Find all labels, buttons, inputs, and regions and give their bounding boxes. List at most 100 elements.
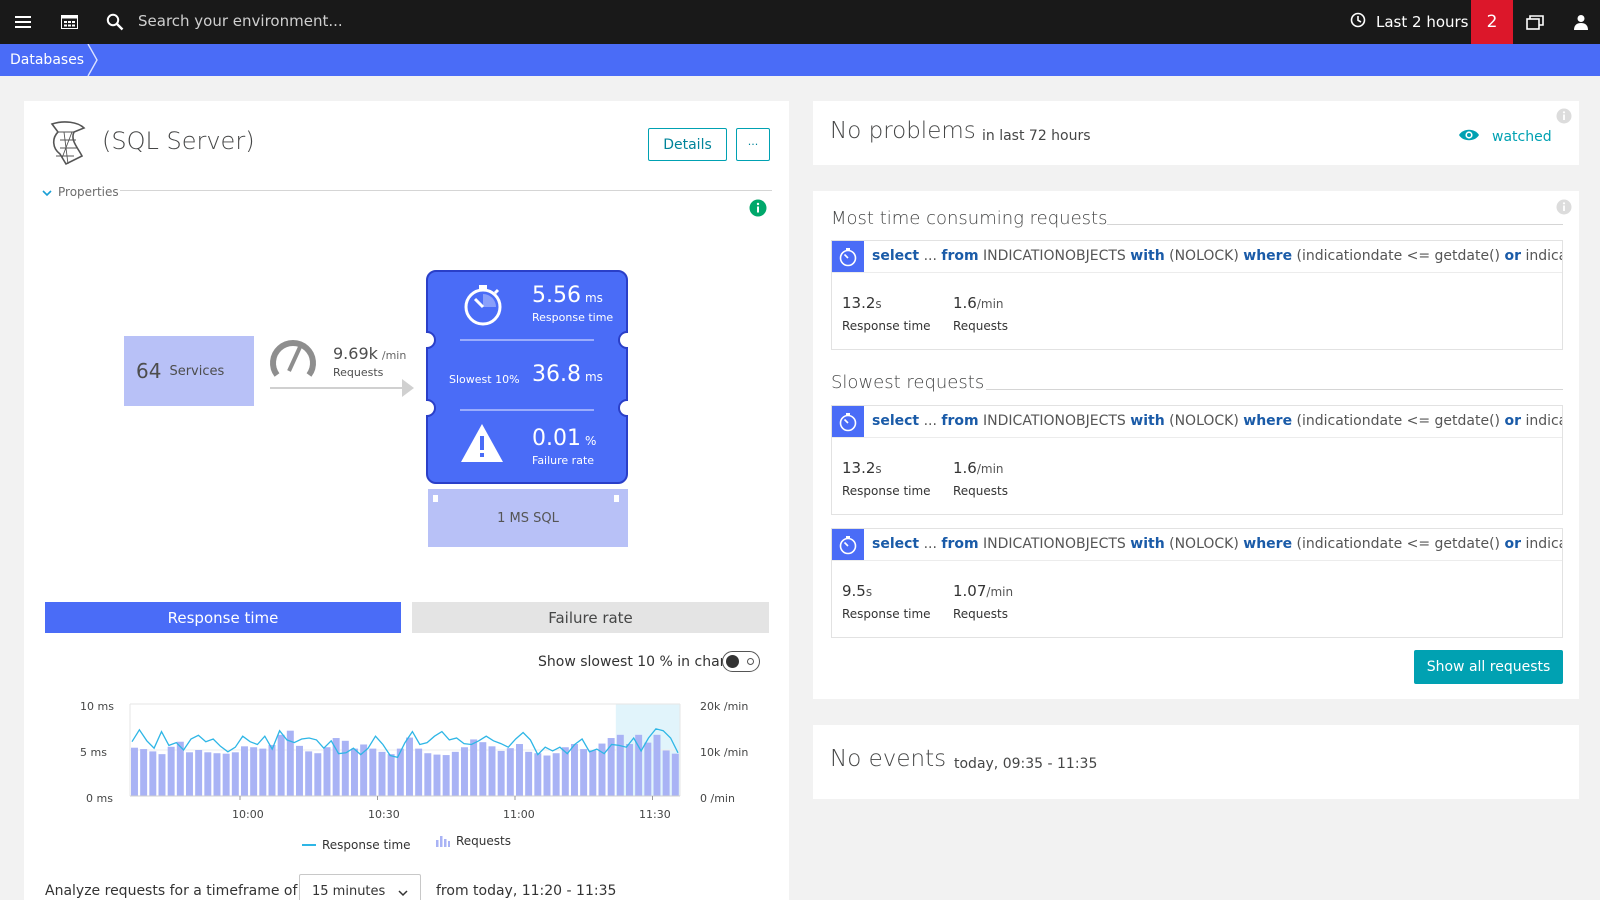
timeframe-select-value: 15 minutes <box>312 883 386 899</box>
dashboard-icon[interactable] <box>54 0 84 44</box>
response-time-number: 9.5 <box>842 582 866 600</box>
response-time-label: Response time <box>842 484 931 498</box>
response-time-number: 5.56 <box>532 283 581 308</box>
warning-icon <box>459 422 505 468</box>
sql-token: (NOLOCK) <box>1164 536 1244 552</box>
sql-token: indicationdate <box>1525 413 1562 429</box>
menu-icon[interactable] <box>8 0 38 44</box>
db-instance-box[interactable]: 1 MS SQL <box>428 489 628 547</box>
sql-token: select <box>872 536 920 552</box>
response-time-label: Response time <box>842 607 931 621</box>
chart-bar <box>589 750 597 796</box>
chart-bar <box>635 734 643 796</box>
response-time-unit: ms <box>584 291 603 305</box>
watched-toggle[interactable]: watched <box>1458 127 1552 146</box>
chart-bar <box>158 754 166 796</box>
chart-bar <box>516 744 523 796</box>
requests-rate: 9.69k /min <box>333 344 406 363</box>
sql-token: from <box>941 248 979 264</box>
y-right-tick-label: 10k /min <box>700 746 749 759</box>
bar-chart-icon <box>436 836 450 847</box>
requests-label: Requests <box>953 484 1008 498</box>
info-icon[interactable] <box>1556 199 1572 219</box>
chart-bar <box>341 740 349 796</box>
sql-token: select <box>872 413 920 429</box>
request-header[interactable]: select ... from INDICATIONOBJECTS with (… <box>832 529 1562 561</box>
requests-number: 1.6 <box>953 459 977 477</box>
timeframe-select[interactable]: 15 minutes <box>299 874 421 900</box>
flow-arrow-line <box>270 387 408 389</box>
request-card[interactable]: select ... from INDICATIONOBJECTS with (… <box>831 405 1563 515</box>
most-title-divider <box>1107 224 1563 225</box>
x-tick-label: 10:30 <box>368 808 400 821</box>
request-rate: 1.6/min <box>953 294 1004 312</box>
windows-icon[interactable] <box>1520 0 1550 44</box>
response-time-unit: s <box>875 297 882 311</box>
request-stopwatch-icon <box>832 406 864 437</box>
chart-bar <box>131 747 138 796</box>
request-card[interactable]: select ... from INDICATIONOBJECTS with (… <box>831 240 1563 350</box>
database-title: (SQL Server) <box>102 127 255 155</box>
requests-rate-unit: /min <box>381 349 407 362</box>
legend-bars-label: Requests <box>456 834 511 848</box>
chart-svg <box>129 703 681 800</box>
details-button[interactable]: Details <box>648 128 727 161</box>
chart-bar <box>653 734 661 796</box>
timeframe-selector[interactable]: Last 2 hours <box>1350 0 1469 44</box>
problem-count-badge[interactable]: 2 <box>1471 0 1513 44</box>
more-actions-button[interactable]: ··· <box>736 128 770 161</box>
request-stopwatch-icon <box>832 241 864 272</box>
events-title: No events <box>830 746 947 772</box>
instance-handle-left <box>433 495 438 502</box>
tab-failure-rate[interactable]: Failure rate <box>412 602 769 633</box>
legend-response-time[interactable]: Response time <box>302 838 411 852</box>
chart-bar <box>250 747 258 796</box>
chart-bar <box>314 753 322 796</box>
breadcrumb: Databases <box>0 44 1600 76</box>
slowest-label: Slowest 10% <box>449 373 520 386</box>
search-icon[interactable] <box>100 0 130 44</box>
legend-requests[interactable]: Requests <box>436 834 511 848</box>
services-box[interactable]: 64 Services <box>124 336 254 406</box>
requests-label: Requests <box>953 607 1008 621</box>
requests-number: 1.6 <box>953 294 977 312</box>
chart-bar <box>506 748 514 796</box>
properties-toggle[interactable]: Properties <box>42 182 119 201</box>
tab-response-time[interactable]: Response time <box>45 602 401 633</box>
chart-bar <box>433 754 441 796</box>
slowest-toggle[interactable] <box>722 651 760 672</box>
request-header[interactable]: select ... from INDICATIONOBJECTS with (… <box>832 241 1562 273</box>
response-time-label: Response time <box>842 319 931 333</box>
sql-token: indicationdate <box>1525 248 1562 264</box>
events-card: No events today, 09:35 - 11:35 <box>813 725 1579 799</box>
requests-unit: /min <box>976 462 1004 476</box>
failure-rate-number: 0.01 <box>532 426 581 451</box>
user-icon[interactable] <box>1566 0 1596 44</box>
sql-token: (indicationdate <= getdate() <box>1292 248 1505 264</box>
sql-token: from <box>941 536 979 552</box>
chart-bar <box>241 746 248 796</box>
sql-token: or <box>1504 536 1521 552</box>
chevron-down-icon <box>42 182 52 201</box>
info-icon[interactable] <box>1556 108 1572 128</box>
requests-rate-value: 9.69k <box>333 344 378 363</box>
request-header[interactable]: select ... from INDICATIONOBJECTS with (… <box>832 406 1562 438</box>
request-rate: 1.6/min <box>953 459 1004 477</box>
analyze-range: from today, 11:20 - 11:35 <box>436 883 617 899</box>
sql-token: or <box>1504 248 1521 264</box>
slowest-title-divider <box>986 389 1563 390</box>
breadcrumb-label: Databases <box>10 52 85 68</box>
info-icon[interactable] <box>749 199 767 221</box>
response-time-number: 13.2 <box>842 459 876 477</box>
sql-token: (indicationdate <= getdate() <box>1292 413 1505 429</box>
search-input[interactable]: Search your environment... <box>138 12 343 30</box>
failure-rate-label: Failure rate <box>532 454 595 467</box>
failure-rate-value: 0.01 % <box>532 426 596 451</box>
chart-bar <box>323 747 331 796</box>
response-time-chart[interactable] <box>60 696 760 826</box>
y-right-tick-label: 20k /min <box>700 700 749 713</box>
show-all-requests-button[interactable]: Show all requests <box>1414 650 1563 684</box>
request-card[interactable]: select ... from INDICATIONOBJECTS with (… <box>831 528 1563 638</box>
x-tick-label: 11:00 <box>503 808 535 821</box>
chart-bar <box>644 742 652 796</box>
